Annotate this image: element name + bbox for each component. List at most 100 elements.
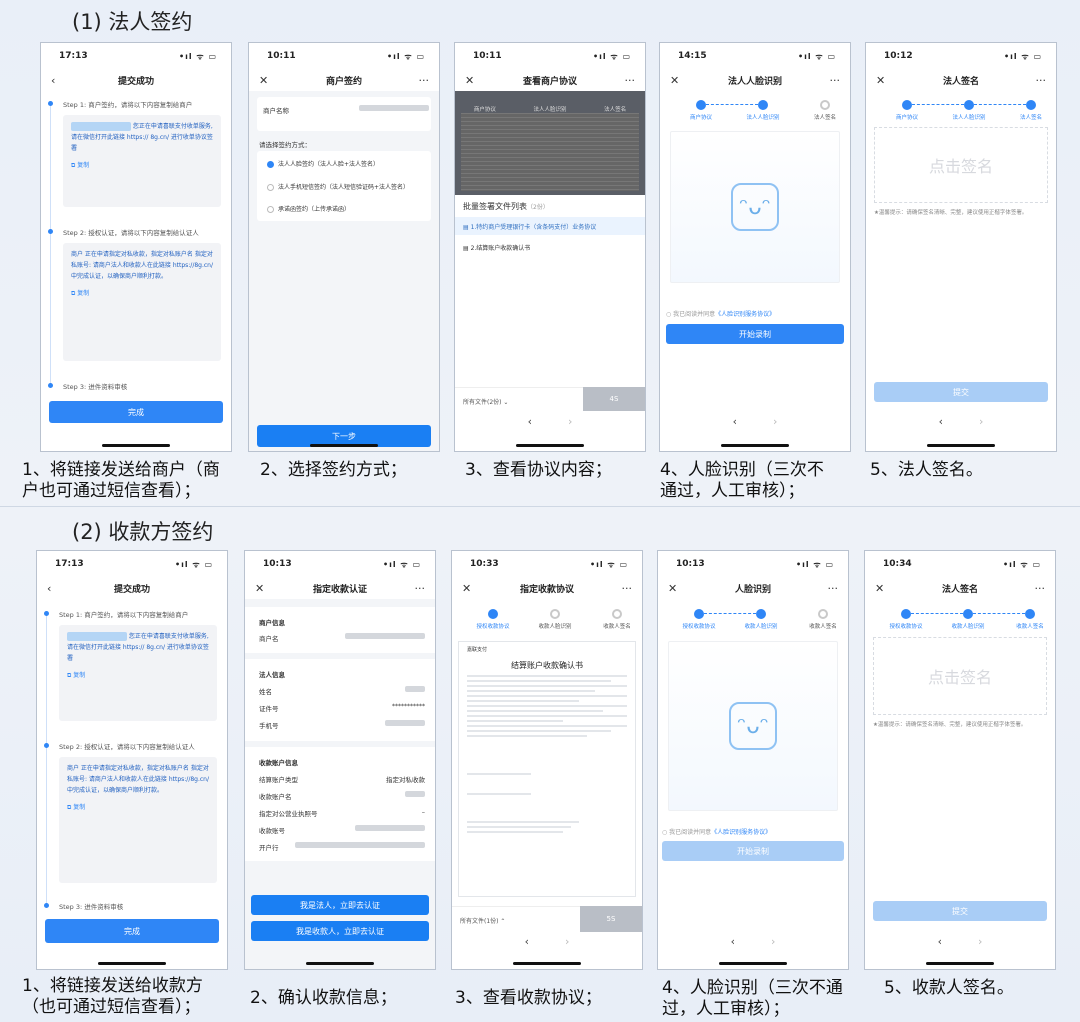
signature-pad[interactable]: 点击签名	[873, 637, 1047, 715]
progress-stepper: 商户协议 法人人脸识别 法人签名	[670, 98, 840, 126]
next-icon[interactable]: ›	[568, 415, 572, 437]
back-icon[interactable]: ‹	[47, 582, 51, 595]
signature-pad[interactable]: 点击签名	[874, 127, 1048, 203]
page-title: 提交成功	[113, 584, 150, 595]
face-agreement-link[interactable]: 《人脸识别服务协议》	[715, 311, 775, 318]
prev-icon[interactable]: ‹	[525, 935, 529, 957]
close-icon[interactable]: ✕	[668, 582, 677, 595]
phone-face-recognition: 14:15 •ıl ᯤ ▭ ✕ 法人人脸识别 ··· 商户协议 法人人脸识别 法人签名 ᵔ…	[659, 42, 851, 452]
choose-label: 请选择签约方式：	[259, 141, 311, 149]
face-capture-area: ᵔᴗᵔ	[668, 641, 838, 811]
option-sms-sign[interactable]: 法人手机短信签约（法人短信验证码+法人签名）	[267, 182, 409, 191]
all-files-toggle[interactable]: 所有文件(1份) ⌃	[460, 916, 505, 925]
face-scan-icon: ᵔᴗᵔ	[729, 702, 777, 750]
step-2-card: 商户 正在申请指定对私收款，指定对私账户名 指定对私账号: 请商户法人和收款人在…	[63, 243, 221, 361]
merchant-name-label: 商户名称	[263, 107, 289, 115]
progress-stepper: 授权收款协议 收款人脸识别 收款人签名	[462, 607, 632, 635]
agreement-check[interactable]: ○ 我已阅读并同意《人脸识别服务协议》	[662, 827, 771, 836]
more-icon[interactable]: ···	[1035, 582, 1046, 595]
back-icon[interactable]: ‹	[51, 74, 55, 87]
step-2-label: Step 2: 授权认证，请将以下内容复制给认证人	[63, 229, 199, 237]
close-icon[interactable]: ✕	[875, 582, 884, 595]
close-icon[interactable]: ✕	[670, 74, 679, 87]
option-face-sign[interactable]: 法人人脸签约（法人人脸+法人签名）	[267, 159, 379, 168]
phone-submit-success: 17:13 •ıl ᯤ ▭ ‹ 提交成功 Step 1: 商户签约，请将以下内容复制…	[40, 42, 232, 452]
page-title: 人脸识别	[734, 584, 771, 595]
caption-step-5: 5、法人签名。	[870, 460, 983, 480]
next-icon[interactable]: ›	[773, 415, 777, 437]
step-2-card: 商户 正在申请指定对私收款，指定对私账户名 指定对私账号: 请商户法人和收款人在…	[59, 757, 217, 883]
phone-payee-face: 10:13 •ıl ᯤ ▭ ✕ 人脸识别 ··· 授权收款协议 收款人脸识别 收款人签名 …	[657, 550, 849, 970]
page-title: 法人签名	[941, 584, 978, 595]
prev-icon[interactable]: ‹	[528, 415, 532, 437]
copy-button[interactable]: ⧉ 复制	[71, 288, 213, 299]
start-record-button[interactable]: 开始录制	[666, 324, 844, 344]
option-letter-sign[interactable]: 承诺函签约（上传承诺函）	[267, 204, 350, 213]
close-icon[interactable]: ✕	[876, 74, 885, 87]
copy-button[interactable]: ⧉ 复制	[67, 670, 209, 681]
caption-payee-step-3: 3、查看收款协议；	[455, 988, 602, 1008]
next-icon[interactable]: ›	[978, 935, 982, 957]
countdown-button[interactable]: 5S	[580, 906, 642, 932]
radio-icon	[267, 184, 274, 191]
file-item-1[interactable]: ▤ 1.特约商户受理银行卡（含条码支付）业务协议	[455, 217, 645, 235]
step-1-card: 您正在申请喜联支付收单服务,请在微信打开此链接 https:// 8g.cn/ …	[63, 115, 221, 207]
more-icon[interactable]: ···	[1036, 74, 1047, 87]
agreement-check[interactable]: ○ 我已阅读并同意《人脸识别服务协议》	[666, 309, 775, 318]
face-scan-icon: ᵔᴗᵔ	[731, 183, 779, 231]
all-files-toggle[interactable]: 所有文件(2份) ⌄	[463, 397, 508, 406]
step-1-card: 您正在申请喜联支付收单服务,请在微信打开此链接 https:// 8g.cn/ …	[59, 625, 217, 721]
more-icon[interactable]: ···	[415, 582, 426, 595]
radio-checked-icon	[267, 161, 274, 168]
next-icon[interactable]: ›	[979, 415, 983, 437]
step-2-text: 商户 正在申请指定对私收款，指定对私账户名 指定对私账号: 请商户法人和收款人在…	[71, 251, 213, 280]
prev-icon[interactable]: ‹	[939, 415, 943, 437]
page-title: 商户签约	[325, 76, 362, 87]
phone-merchant-sign: 10:11 •ıl ᯤ ▭ ✕ 商户签约 ··· 商户名称 请选择签约方式： 法人人脸…	[248, 42, 440, 452]
document-title: 结算账户收款确认书	[511, 661, 583, 670]
next-icon[interactable]: ›	[565, 935, 569, 957]
caption-payee-step-2: 2、确认收款信息；	[250, 988, 397, 1008]
step-3-label: Step 3: 进件资料审核	[63, 383, 128, 391]
progress-stepper: 商户协议 法人人脸识别 法人签名	[876, 98, 1046, 126]
progress-stepper: 授权收款协议 收款人脸识别 收款人签名	[875, 607, 1045, 635]
page-title: 指定收款认证	[312, 584, 367, 595]
more-icon[interactable]: ···	[625, 74, 636, 87]
copy-button[interactable]: ⧉ 复制	[67, 802, 209, 813]
more-icon[interactable]: ···	[419, 74, 430, 87]
agreement-document: 嘉联支付 结算账户收款确认书	[458, 641, 636, 897]
done-button[interactable]: 完成	[49, 401, 223, 423]
payee-auth-button[interactable]: 我是收款人，立即去认证	[251, 921, 429, 941]
countdown-button[interactable]: 4S	[583, 387, 645, 411]
close-icon[interactable]: ✕	[465, 74, 474, 87]
next-icon[interactable]: ›	[771, 935, 775, 957]
file-item-2[interactable]: ▤ 2.结算账户收款确认书	[463, 243, 530, 252]
close-icon[interactable]: ✕	[462, 582, 471, 595]
phone-view-agreement: 10:11 •ıl ᯤ ▭ ✕ 查看商户协议 ··· 商户协议 法人人脸识别 法人签名 批…	[454, 42, 646, 452]
radio-icon	[267, 206, 274, 213]
phone-legal-signature: 10:12 •ıl ᯤ ▭ ✕ 法人签名 ··· 商户协议 法人人脸识别 法人签名 点击签…	[865, 42, 1057, 452]
signature-hint: ★温馨提示：请确保签名清晰、完整，建议使用正楷字体签署。	[874, 210, 1028, 216]
more-icon[interactable]: ···	[828, 582, 839, 595]
caption-payee-step-1: 1、将链接发送给收款方（也可通过短信查看）；	[22, 976, 203, 1017]
caption-step-4: 4、人脸识别（三次不通过，人工审核）；	[660, 460, 824, 501]
more-icon[interactable]: ···	[830, 74, 841, 87]
submit-button[interactable]: 提交	[874, 382, 1048, 402]
prev-icon[interactable]: ‹	[733, 415, 737, 437]
done-button[interactable]: 完成	[45, 919, 219, 943]
legal-auth-button[interactable]: 我是法人，立即去认证	[251, 895, 429, 915]
close-icon[interactable]: ✕	[259, 74, 268, 87]
close-icon[interactable]: ✕	[255, 582, 264, 595]
submit-button[interactable]: 提交	[873, 901, 1047, 921]
copy-button[interactable]: ⧉ 复制	[71, 160, 213, 171]
nav-bar: ‹ 提交成功	[41, 69, 231, 91]
section-title: (2) 收款方签约	[72, 520, 214, 544]
prev-icon[interactable]: ‹	[938, 935, 942, 957]
more-icon[interactable]: ···	[622, 582, 633, 595]
prev-icon[interactable]: ‹	[731, 935, 735, 957]
agreement-preview: 商户协议 法人人脸识别 法人签名	[455, 91, 645, 195]
progress-stepper: 授权收款协议 收款人脸识别 收款人签名	[668, 607, 838, 635]
page-title: 查看商户协议	[522, 76, 577, 87]
start-record-button[interactable]: 开始录制	[662, 841, 844, 861]
caption-step-2: 2、选择签约方式；	[260, 460, 407, 480]
